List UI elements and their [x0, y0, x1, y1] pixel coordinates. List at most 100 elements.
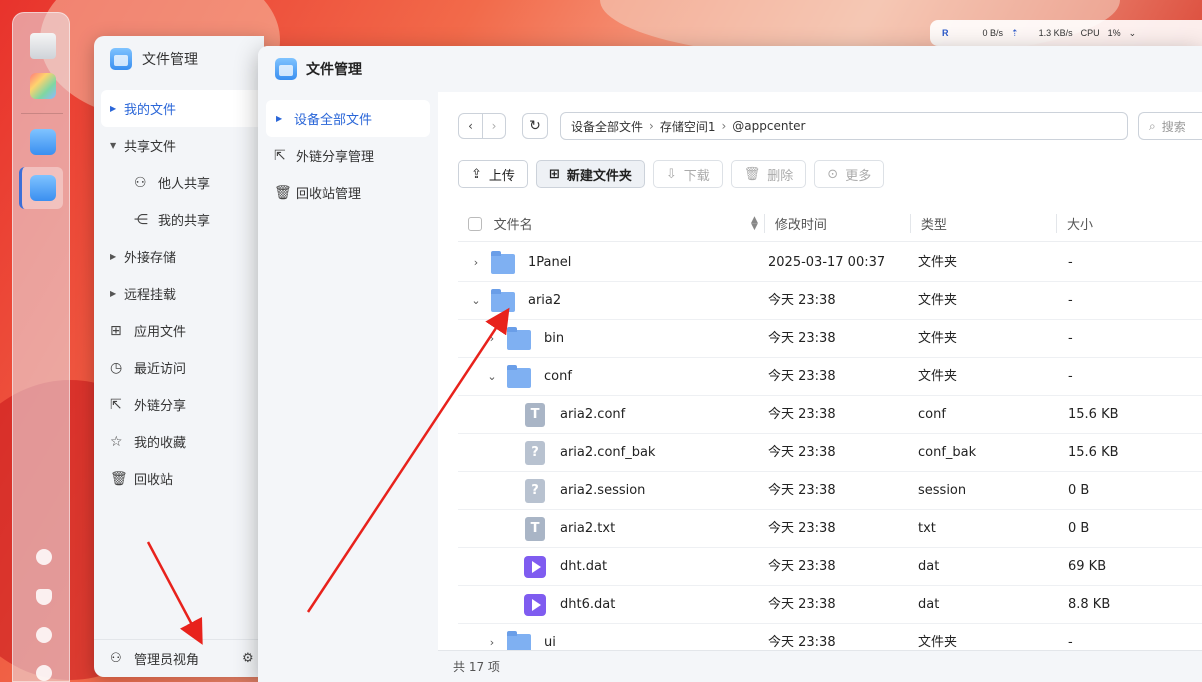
nav-others-shared[interactable]: ⚇ 他人共享 — [94, 164, 264, 201]
sidebar-item-all-device-files[interactable]: ▶ 设备全部文件 — [266, 100, 430, 137]
more-button[interactable]: ⊙ 更多 — [814, 160, 885, 188]
table-row[interactable]: ⌄ aria2 今天 23:38 文件夹 - — [458, 282, 1202, 320]
file-name: dht.dat — [560, 559, 608, 574]
breadcrumb-item[interactable]: 存储空间1 — [660, 118, 716, 135]
table-row[interactable]: ? aria2.session 今天 23:38 session 0 B — [458, 472, 1202, 510]
nav-my-shares[interactable]: ⋲ 我的共享 — [94, 201, 264, 238]
breadcrumb-item[interactable]: 设备全部文件 — [571, 118, 643, 135]
nav-app-files[interactable]: ⊞ 应用文件 — [94, 312, 264, 349]
new-folder-button[interactable]: ⊞ 新建文件夹 — [535, 160, 645, 188]
nav-label: 他人共享 — [158, 177, 211, 192]
refresh-button[interactable]: ↻ — [522, 113, 548, 139]
chevron-right-icon: › — [649, 119, 654, 133]
table-row[interactable]: ⌄ conf 今天 23:38 文件夹 - — [458, 358, 1202, 396]
bell-icon[interactable] — [36, 589, 52, 605]
file-size: 8.8 KB — [1068, 597, 1111, 612]
table-row[interactable]: ? aria2.conf_bak 今天 23:38 conf_bak 15.6 … — [458, 434, 1202, 472]
media-file-icon — [523, 555, 547, 579]
file-type: 文件夹 — [918, 255, 958, 270]
nav-favorites[interactable]: ☆ 我的收藏 — [94, 423, 264, 460]
download-speed: 0 B/s — [982, 28, 1004, 38]
nav-external-storage[interactable]: ▶ 外接存储 — [94, 238, 264, 275]
app-store-icon[interactable] — [30, 73, 56, 99]
back-button[interactable]: ‹ — [459, 114, 482, 138]
navigation-bar: ‹ › ↻ 设备全部文件 › 存储空间1 › @appcenter — [458, 112, 1128, 140]
dock-separator — [21, 113, 63, 114]
file-manager-window: 文件管理 ▶ 设备全部文件 ⇱ 外链分享管理 🗑︎ 回收站管理 ‹ › ↻ 设备全部文… — [258, 46, 1202, 682]
window-titlebar[interactable]: 文件管理 — [258, 46, 1202, 92]
file-size: 0 B — [1068, 483, 1090, 498]
upload-arrow-icon: ⇡ — [1011, 27, 1019, 38]
admin-view-toggle[interactable]: ⚇ 管理员视角 ⚙ — [94, 639, 264, 677]
monitor-icon[interactable] — [30, 33, 56, 59]
nav-label: 远程挂载 — [124, 288, 177, 303]
column-size[interactable]: 大小 — [1055, 214, 1202, 233]
gear-icon[interactable]: ⚙ — [242, 651, 254, 666]
file-name: aria2 — [528, 293, 562, 308]
file-time: 今天 23:38 — [768, 597, 836, 612]
chevron-right-icon: › — [721, 119, 727, 133]
nav-shared-files[interactable]: ▼ 共享文件 — [94, 127, 264, 164]
search-input[interactable]: ⌕ 搜索 — [1138, 112, 1202, 140]
status-bar: 共 17 项 — [438, 650, 1202, 682]
column-name[interactable]: 文件名 ▲ ▼ — [482, 214, 764, 233]
upload-label: 上传 — [488, 168, 515, 184]
nav-label: 回收站 — [134, 473, 174, 488]
settings-icon[interactable] — [36, 665, 52, 681]
network-monitor: R 0 B/s ⇡ 1.3 KB/s CPU 1% ⌄ — [930, 20, 1202, 46]
nav-remote-mount[interactable]: ▶ 远程挂载 — [94, 275, 264, 312]
sidebar-item-link-share-manage[interactable]: ⇱ 外链分享管理 — [258, 137, 438, 174]
file-type: 文件夹 — [918, 293, 958, 308]
forward-button[interactable]: › — [482, 114, 505, 138]
admin-view-label: 管理员视角 — [134, 653, 200, 668]
nav-recent[interactable]: ◷ 最近访问 — [94, 349, 264, 386]
share-icon: ⋲ — [134, 211, 148, 228]
sync-icon[interactable] — [36, 549, 52, 565]
file-time: 今天 23:38 — [768, 407, 836, 422]
file-time: 今天 23:38 — [768, 369, 836, 384]
table-row[interactable]: › 1Panel 2025-03-17 00:37 文件夹 - — [458, 244, 1202, 282]
clock-icon: ◷ — [110, 359, 123, 376]
nav-my-files[interactable]: ▶ 我的文件 — [101, 90, 264, 127]
file-type: 文件夹 — [918, 331, 958, 346]
nav-link-share[interactable]: ⇱ 外链分享 — [94, 386, 264, 423]
chevron-right-icon[interactable]: › — [469, 244, 483, 282]
table-row[interactable]: T aria2.conf 今天 23:38 conf 15.6 KB — [458, 396, 1202, 434]
file-size: - — [1068, 255, 1073, 270]
delete-button[interactable]: 🗑︎ 删除 — [730, 160, 807, 188]
file-manager-active-icon[interactable] — [30, 175, 56, 201]
sort-icon[interactable]: ▲ ▼ — [751, 215, 758, 231]
chevron-right-icon[interactable]: › — [485, 320, 499, 358]
file-size: 0 B — [1068, 521, 1090, 536]
file-manager-icon[interactable] — [30, 129, 56, 155]
add-folder-icon: ⊞ — [548, 166, 560, 182]
sidebar-item-recycle-manage[interactable]: 🗑︎ 回收站管理 — [258, 174, 438, 211]
table-row[interactable]: dht.dat 今天 23:38 dat 69 KB — [458, 548, 1202, 586]
nav-label: 应用文件 — [134, 325, 187, 340]
file-time: 今天 23:38 — [768, 293, 836, 308]
select-all-checkbox[interactable] — [468, 216, 482, 231]
upload-button[interactable]: ⇪ 上传 — [458, 160, 528, 188]
user-icon[interactable] — [36, 627, 52, 643]
nav-label: 外接存储 — [124, 251, 177, 266]
table-row[interactable]: › bin 今天 23:38 文件夹 - — [458, 320, 1202, 358]
delete-label: 删除 — [767, 168, 794, 184]
chevron-down-icon[interactable]: ⌄ — [1129, 28, 1137, 39]
column-time[interactable]: 修改时间 — [763, 214, 910, 233]
file-size: - — [1068, 331, 1073, 346]
caret-right-icon: ▶ — [110, 289, 117, 298]
download-button[interactable]: ⇩ 下载 — [652, 160, 723, 188]
back-window-title-text: 文件管理 — [142, 52, 198, 68]
table-row[interactable]: T aria2.txt 今天 23:38 txt 0 B — [458, 510, 1202, 548]
breadcrumb-item[interactable]: @appcenter — [732, 119, 805, 133]
chevron-down-icon[interactable]: ⌄ — [485, 358, 499, 396]
unknown-file-icon: ? — [523, 479, 547, 503]
column-type[interactable]: 类型 — [909, 214, 1056, 233]
table-row[interactable]: dht6.dat 今天 23:38 dat 8.8 KB — [458, 586, 1202, 624]
caret-down-icon: ▼ — [110, 141, 117, 150]
file-list: › 1Panel 2025-03-17 00:37 文件夹 - ⌄ aria2 … — [458, 244, 1202, 662]
nav-recycle-bin[interactable]: 🗑︎ 回收站 — [94, 460, 264, 497]
star-icon: ☆ — [110, 433, 123, 450]
nav-label: 我的收藏 — [134, 436, 187, 451]
chevron-down-icon[interactable]: ⌄ — [469, 282, 483, 320]
